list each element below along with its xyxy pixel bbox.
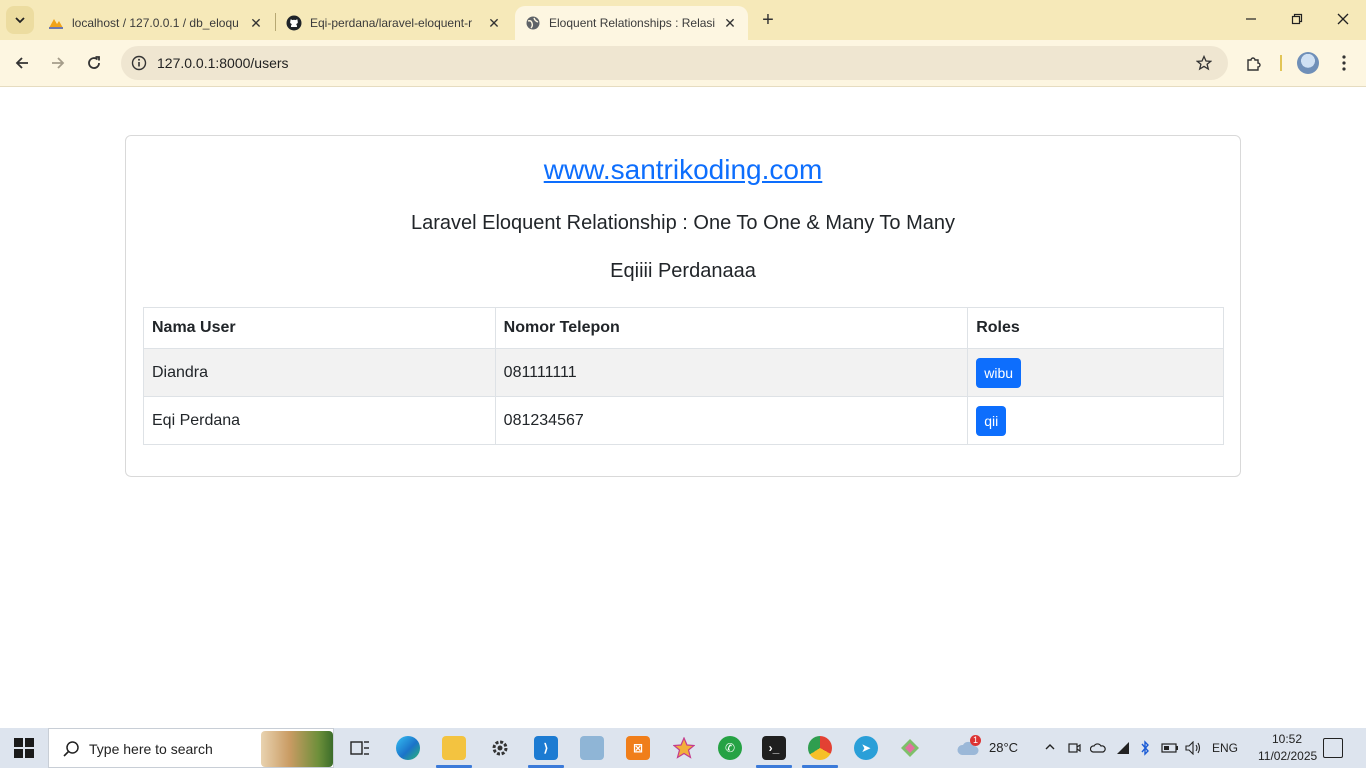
meet-now-icon[interactable]: [1066, 738, 1082, 758]
table-header-row: Nama User Nomor Telepon Roles: [143, 307, 1224, 349]
phone-cell: 081234567: [494, 396, 969, 445]
reload-button[interactable]: [81, 50, 107, 76]
restore-button[interactable]: [1286, 9, 1308, 31]
restore-icon: [1291, 13, 1303, 25]
close-tab-icon[interactable]: ✕: [486, 15, 502, 31]
edge-icon[interactable]: [396, 736, 420, 760]
tab-search-button[interactable]: [6, 6, 34, 34]
minimize-icon: [1246, 18, 1256, 20]
table-row: Diandra 081111111 wibu: [143, 348, 1224, 397]
task-view-icon[interactable]: [348, 736, 372, 760]
column-header-roles: Roles: [967, 307, 1224, 349]
close-tab-icon[interactable]: ✕: [722, 15, 738, 31]
column-header-phone: Nomor Telepon: [494, 307, 969, 349]
weather-temp[interactable]: 28°C: [989, 740, 1018, 755]
file-explorer-icon[interactable]: [442, 736, 466, 760]
extensions-button[interactable]: [1243, 52, 1265, 74]
git-app-icon[interactable]: [898, 736, 922, 760]
user-name-cell: Diandra: [143, 348, 496, 397]
roles-cell: qii: [967, 396, 1224, 445]
clock-date[interactable]: 11/02/2025: [1258, 749, 1317, 763]
minimize-button[interactable]: [1240, 9, 1262, 31]
star-app-icon[interactable]: [672, 736, 696, 760]
search-placeholder: Type here to search: [89, 741, 213, 757]
weather-badge: 1: [970, 735, 981, 746]
url-text[interactable]: 127.0.0.1:8000/users: [157, 55, 289, 71]
bookmark-star-icon[interactable]: [1194, 53, 1214, 73]
address-bar[interactable]: 127.0.0.1:8000/users: [121, 46, 1228, 80]
taskbar-search-box[interactable]: Type here to search: [48, 728, 334, 768]
notification-center-icon[interactable]: [1323, 738, 1343, 758]
tab-title: Eloquent Relationships : Relasi O: [549, 16, 716, 30]
tab-github[interactable]: Eqi-perdana/laravel-eloquent-r ✕: [276, 6, 512, 40]
settings-gear-icon[interactable]: [488, 736, 512, 760]
page-subtitle: Laravel Eloquent Relationship : One To O…: [410, 212, 956, 234]
site-info-icon[interactable]: [130, 54, 148, 72]
browser-toolbar: 127.0.0.1:8000/users: [0, 40, 1366, 87]
search-icon: [61, 739, 81, 759]
language-indicator[interactable]: ENG: [1212, 741, 1238, 755]
clock-time[interactable]: 10:52: [1264, 732, 1310, 746]
globe-icon: [525, 15, 541, 31]
telegram-icon[interactable]: ➤: [854, 736, 878, 760]
kebab-menu-icon: [1342, 55, 1346, 71]
xampp-icon[interactable]: ⊠: [626, 736, 650, 760]
notepad-icon[interactable]: [580, 736, 604, 760]
tab-phpmyadmin[interactable]: localhost / 127.0.0.1 / db_eloqu ✕: [38, 6, 274, 40]
role-badge-button[interactable]: qii: [976, 405, 1007, 436]
tab-title: Eqi-perdana/laravel-eloquent-r: [310, 16, 473, 30]
taskbar: Type here to search ⟩ ⊠ ✆ ›_ ➤ 1 28°C EN…: [0, 728, 1366, 768]
tab-strip: localhost / 127.0.0.1 / db_eloqu ✕ Eqi-p…: [0, 0, 1366, 40]
column-header-name: Nama User: [143, 307, 496, 349]
close-tab-icon[interactable]: ✕: [248, 15, 264, 31]
site-link[interactable]: www.santrikoding.com: [126, 154, 1240, 186]
role-badge-button[interactable]: wibu: [976, 357, 1022, 388]
users-table: Nama User Nomor Telepon Roles Diandra 08…: [143, 307, 1224, 445]
content-card: www.santrikoding.com Laravel Eloquent Re…: [125, 135, 1241, 477]
roles-cell: wibu: [967, 348, 1224, 397]
back-button[interactable]: [9, 50, 35, 76]
search-highlight-image: [261, 731, 333, 767]
chevron-up-icon[interactable]: [1042, 737, 1058, 757]
arrow-left-icon: [15, 57, 28, 69]
close-icon: [1337, 13, 1349, 25]
close-window-button[interactable]: [1332, 9, 1354, 31]
windows-start-icon[interactable]: [14, 738, 34, 758]
browser-menu-button[interactable]: [1334, 52, 1354, 74]
onedrive-cloud-icon[interactable]: [1089, 738, 1107, 758]
reload-icon: [88, 56, 100, 69]
toolbar-divider: [1280, 55, 1282, 71]
table-row: Eqi Perdana 081234567 qii: [143, 396, 1224, 445]
vscode-icon[interactable]: ⟩: [534, 736, 558, 760]
author-name: Eqiiii Perdanaaa: [610, 260, 756, 282]
battery-icon[interactable]: [1160, 738, 1180, 758]
chrome-icon[interactable]: [808, 736, 832, 760]
forward-button[interactable]: [45, 50, 71, 76]
new-tab-button[interactable]: +: [757, 9, 779, 31]
github-icon: [286, 15, 302, 31]
phone-cell: 081111111: [494, 348, 969, 397]
puzzle-icon: [1247, 57, 1261, 71]
chevron-down-icon: [15, 17, 25, 24]
wifi-icon[interactable]: [1114, 738, 1132, 758]
tab-eloquent-relationships[interactable]: Eloquent Relationships : Relasi O ✕: [515, 6, 748, 40]
terminal-icon[interactable]: ›_: [762, 736, 786, 760]
bluetooth-icon[interactable]: [1138, 738, 1152, 758]
user-name-cell: Eqi Perdana: [143, 396, 496, 445]
arrow-right-icon: [52, 57, 65, 69]
profile-avatar[interactable]: [1297, 52, 1319, 74]
whatsapp-icon[interactable]: ✆: [718, 736, 742, 760]
phpmyadmin-icon: [48, 15, 64, 31]
volume-icon[interactable]: [1184, 738, 1204, 758]
tab-title: localhost / 127.0.0.1 / db_eloqu: [72, 16, 239, 30]
